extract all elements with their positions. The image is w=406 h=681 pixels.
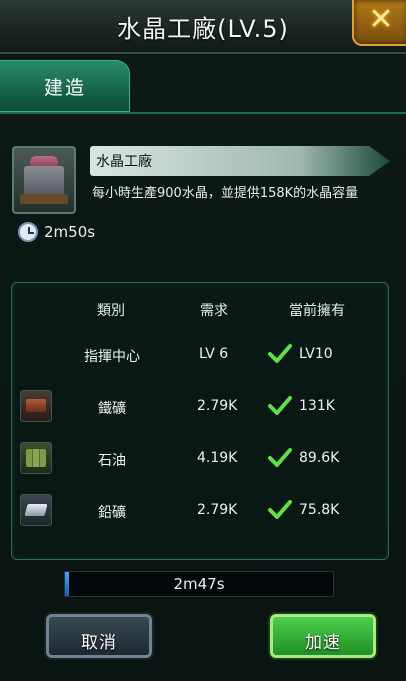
- building-description: 每小時生產900水晶，並提供158K的水晶容量: [92, 186, 359, 201]
- speedup-button-label: 加速: [305, 633, 341, 653]
- requirement-current: LV10: [299, 346, 333, 362]
- crystal-factory-icon: [12, 146, 76, 214]
- progress-remaining-time: 2m47s: [173, 575, 225, 593]
- title-bar: 水晶工廠(LV.5): [0, 0, 406, 56]
- tab-build[interactable]: 建造: [0, 60, 130, 112]
- requirement-required: LV 6: [199, 346, 229, 362]
- requirement-name: 石油: [98, 453, 126, 469]
- check-icon: [268, 500, 292, 519]
- iron-ore-icon: [20, 390, 52, 422]
- requirement-name: 鉛礦: [98, 505, 126, 521]
- build-time-value: 2m50s: [44, 223, 96, 241]
- requirement-current: 75.8K: [299, 502, 340, 518]
- requirement-current: 131K: [299, 398, 335, 414]
- check-icon: [268, 448, 292, 467]
- build-progress-bar: 2m47s: [64, 571, 334, 597]
- cancel-button-label: 取消: [81, 633, 117, 653]
- clock-icon: [18, 222, 38, 242]
- speedup-button[interactable]: 加速: [270, 614, 376, 658]
- requirement-name: 指揮中心: [84, 349, 140, 365]
- tab-build-label: 建造: [43, 77, 86, 99]
- check-icon: [268, 396, 292, 415]
- close-button[interactable]: ✕: [352, 0, 406, 46]
- dialog-title: 水晶工廠(LV.5): [117, 15, 289, 43]
- requirement-required: 4.19K: [197, 450, 238, 466]
- requirement-name: 鐵礦: [98, 401, 126, 417]
- check-icon: [268, 344, 292, 363]
- building-name-banner: 水晶工廠: [90, 146, 390, 176]
- cancel-button[interactable]: 取消: [46, 614, 152, 658]
- requirement-required: 2.79K: [197, 398, 238, 414]
- header-required: 需求: [200, 303, 228, 319]
- requirements-panel: [11, 282, 389, 560]
- close-icon: ✕: [368, 2, 394, 37]
- oil-icon: [20, 442, 52, 474]
- requirement-current: 89.6K: [299, 450, 340, 466]
- requirement-required: 2.79K: [197, 502, 238, 518]
- header-current: 當前擁有: [289, 303, 345, 319]
- lead-ore-icon: [20, 494, 52, 526]
- upgrade-dialog: 水晶工廠(LV.5) ✕ 建造 2m50s 水晶工廠 每小時生產900水晶，並提…: [0, 0, 406, 681]
- tab-bar: 建造: [0, 56, 406, 114]
- building-name: 水晶工廠: [96, 154, 152, 170]
- header-category: 類別: [97, 303, 125, 319]
